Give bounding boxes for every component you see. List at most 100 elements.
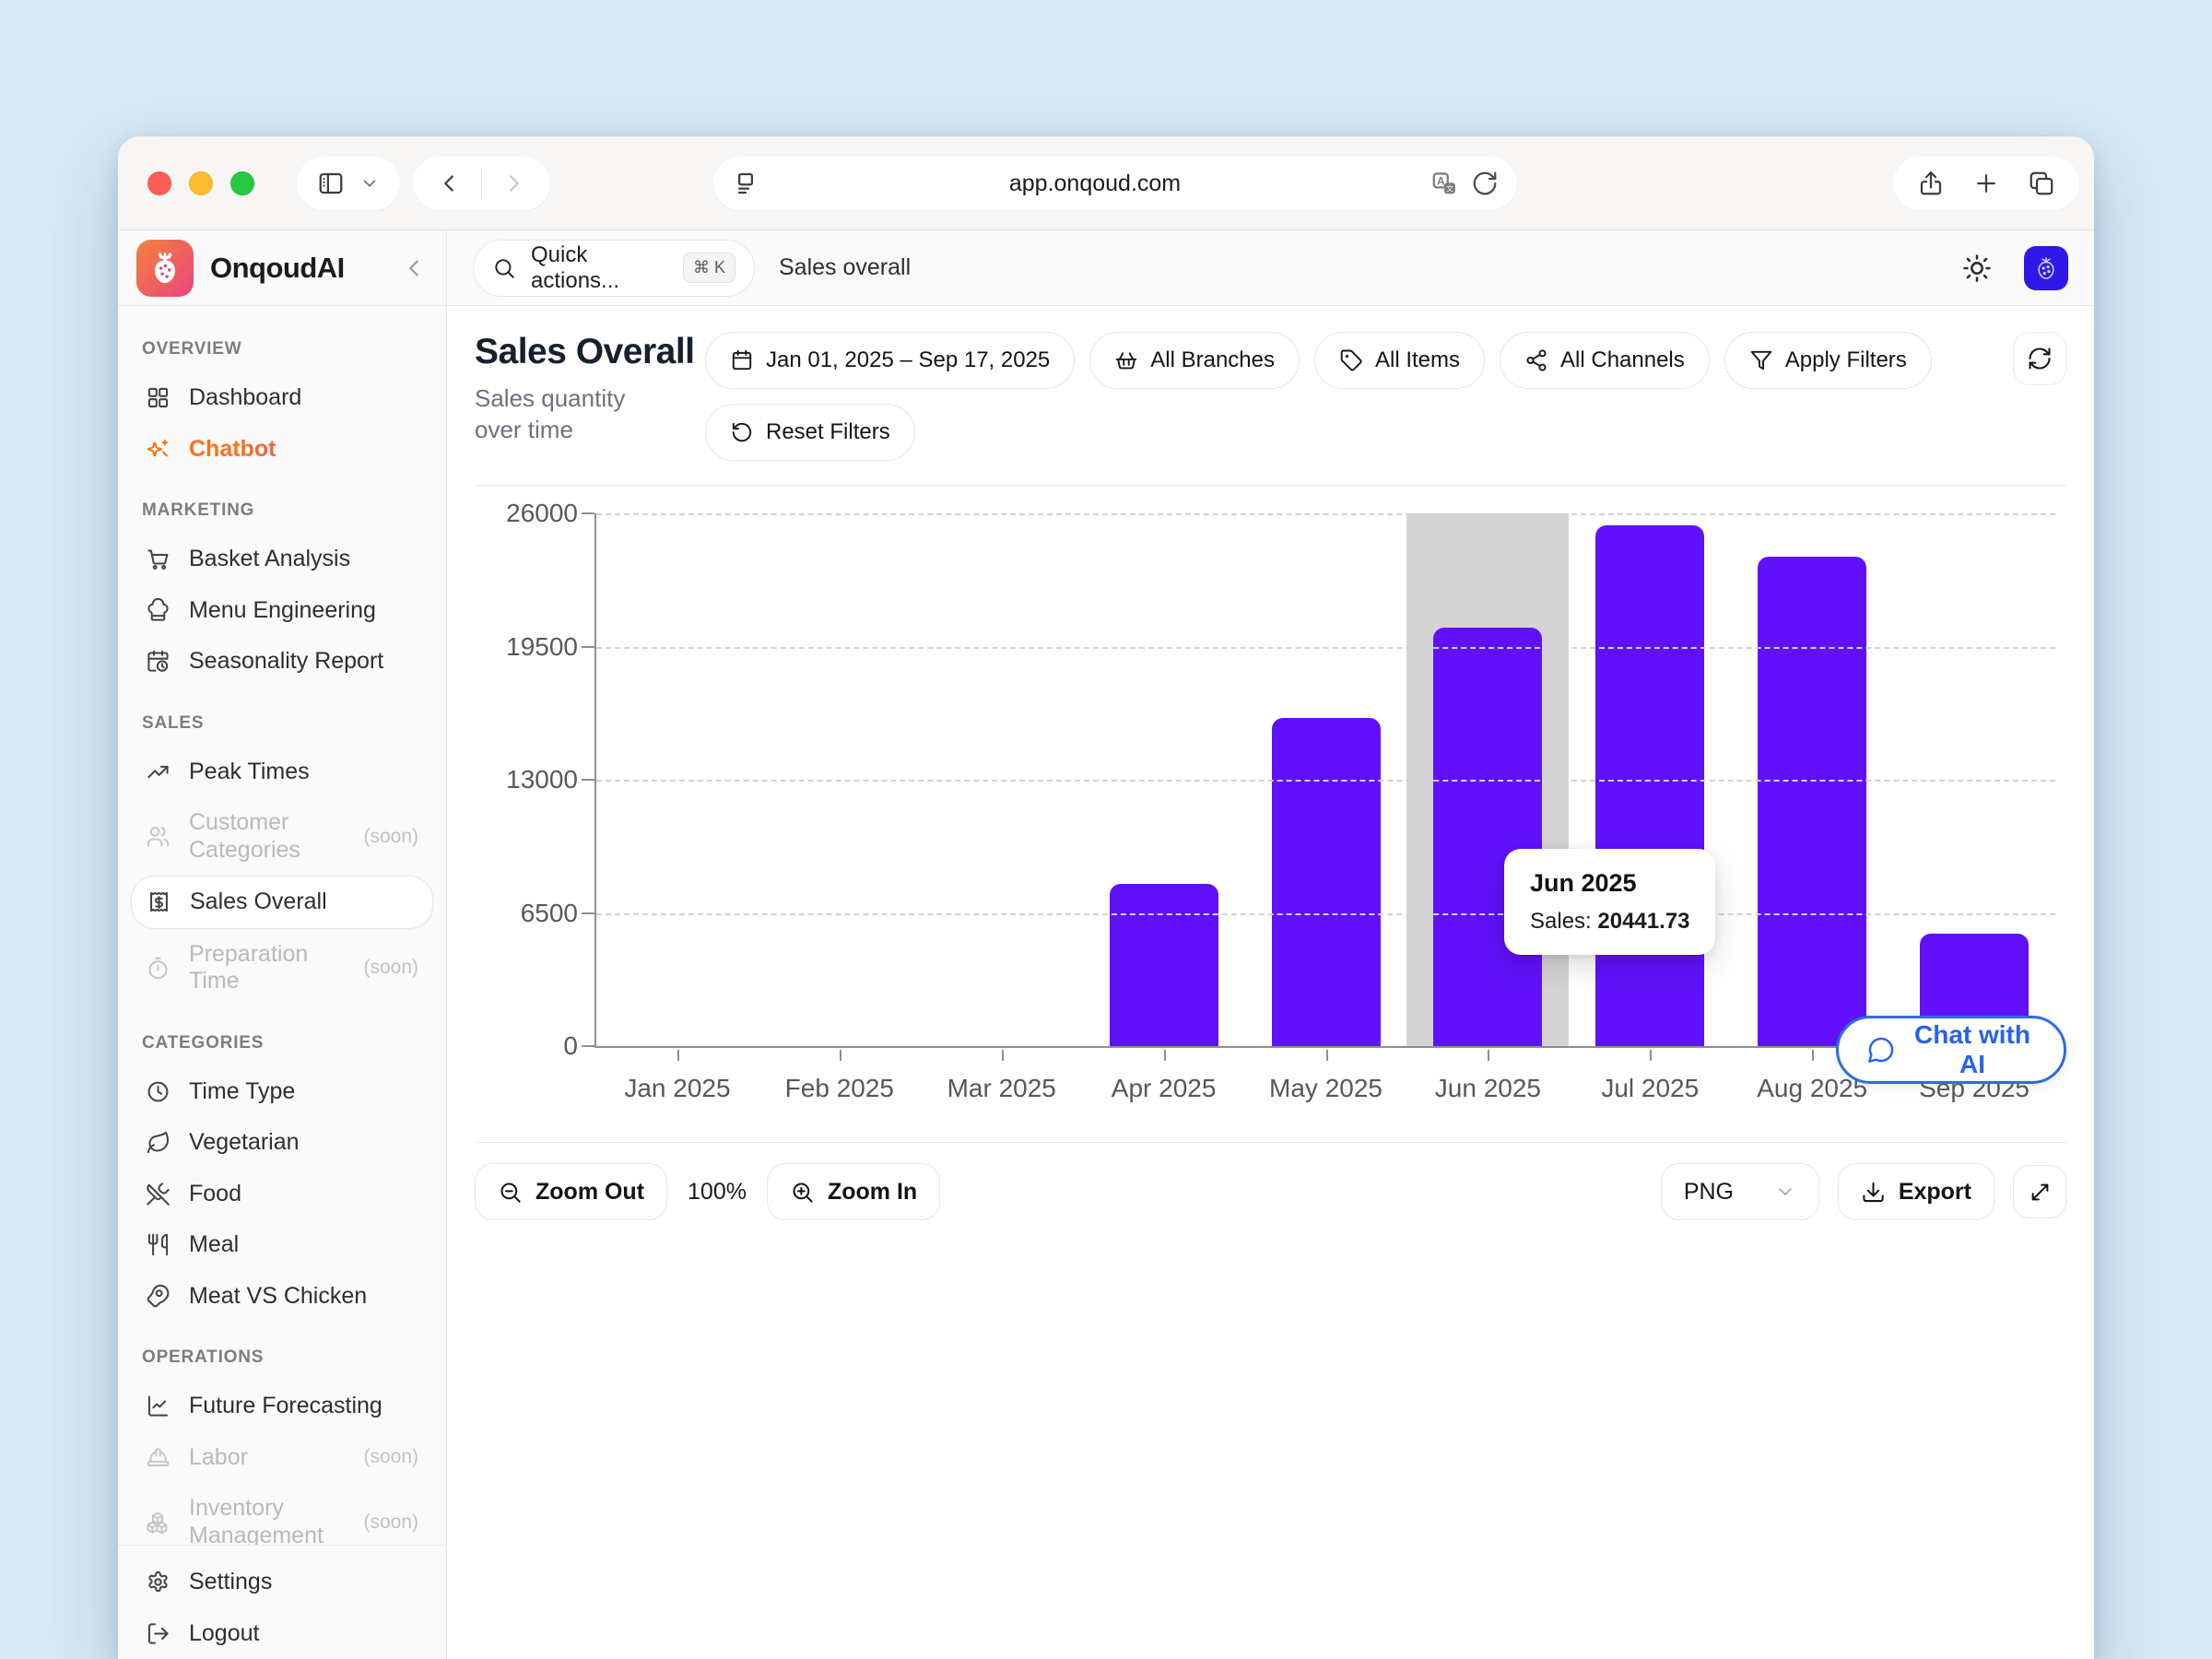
timer-icon [146, 956, 171, 981]
soon-badge: (soon) [363, 957, 418, 979]
chat-bubble-icon [1866, 1035, 1896, 1065]
tooltip-title: Jun 2025 [1530, 869, 1689, 898]
y-axis-tick [582, 646, 594, 648]
app-logo[interactable] [136, 240, 194, 297]
chart-line-icon [146, 1394, 171, 1418]
tag-icon [1339, 348, 1363, 372]
items-label: All Items [1375, 347, 1460, 373]
channels-label: All Channels [1560, 347, 1685, 373]
chart-area: Jan 2025Feb 2025Mar 2025Apr 2025May 2025… [475, 486, 2066, 1122]
sidebar-item-dashboard[interactable]: Dashboard [131, 372, 433, 424]
browser-chrome: app.onqoud.com A文 [118, 136, 2094, 230]
y-axis-tick-label: 13000 [475, 765, 578, 794]
minimize-window-button[interactable] [189, 171, 213, 195]
refresh-button[interactable] [2013, 332, 2066, 385]
tabs-overview-icon[interactable] [2028, 170, 2055, 197]
x-axis-tick [1164, 1050, 1166, 1061]
share-icon[interactable] [1917, 170, 1945, 197]
close-window-button[interactable] [147, 171, 171, 195]
forward-button[interactable] [500, 170, 528, 197]
user-avatar[interactable] [2024, 246, 2068, 290]
tooltip-value: 20441.73 [1597, 909, 1689, 934]
sidebar-item-label: Vegetarian [189, 1129, 418, 1157]
y-axis-tick-label: 0 [475, 1031, 578, 1061]
sidebar-item-basket-analysis[interactable]: Basket Analysis [131, 534, 433, 585]
sidebar-item-time-type[interactable]: Time Type [131, 1066, 433, 1118]
items-filter-button[interactable]: All Items [1314, 332, 1485, 389]
content: Quick actions... ⌘ K Sales overall [447, 230, 2094, 1659]
theme-toggle-sun-icon[interactable] [1961, 253, 1993, 284]
reader-icon[interactable] [732, 170, 759, 197]
sidebar-item-meal[interactable]: Meal [131, 1219, 433, 1271]
reload-icon[interactable] [1471, 170, 1499, 197]
sidebar-item-label: Inventory Management [189, 1495, 345, 1545]
sidebar-item-sales-overall[interactable]: Sales Overall [131, 876, 433, 929]
quick-actions-search[interactable]: Quick actions... ⌘ K [473, 240, 755, 297]
sidebar-item-customer-categories: Customer Categories (soon) [131, 797, 433, 876]
chevron-down-icon[interactable] [359, 173, 380, 194]
app-name: OnqoudAI [210, 252, 383, 285]
calendar-icon [730, 348, 754, 372]
chart-bar[interactable] [1433, 628, 1542, 1046]
sidebar-item-menu-engineering[interactable]: Menu Engineering [131, 585, 433, 637]
back-button[interactable] [435, 170, 463, 197]
sidebar-item-label: Time Type [189, 1078, 418, 1106]
search-icon [492, 256, 516, 280]
sidebar-item-label: Customer Categories [189, 809, 345, 864]
chart-tooltip: Jun 2025 Sales: 20441.73 [1504, 849, 1715, 955]
sidebar-item-chatbot[interactable]: Chatbot [131, 424, 433, 476]
tooltip-series-label: Sales: [1530, 909, 1592, 934]
apply-filters-label: Apply Filters [1785, 347, 1907, 373]
date-range-button[interactable]: Jan 01, 2025 – Sep 17, 2025 [705, 332, 1075, 389]
apply-filters-button[interactable]: Apply Filters [1724, 332, 1932, 389]
branches-filter-button[interactable]: All Branches [1089, 332, 1300, 389]
panel-left-icon[interactable] [317, 170, 345, 197]
sidebar-collapse-icon[interactable] [400, 254, 428, 282]
channels-filter-button[interactable]: All Channels [1500, 332, 1710, 389]
chart-bar[interactable] [1110, 884, 1218, 1046]
zoom-window-button[interactable] [230, 171, 254, 195]
gridline [596, 913, 2055, 915]
x-axis-tick-label: Feb 2025 [785, 1074, 894, 1103]
app-root: OnqoudAI OVERVIEWDashboardChatbotMARKETI… [118, 230, 2094, 1659]
reset-filters-button[interactable]: Reset Filters [705, 404, 915, 461]
sidebar-item-label: Food [189, 1181, 418, 1208]
sidebar-item-seasonality-report[interactable]: Seasonality Report [131, 636, 433, 688]
sidebar: OnqoudAI OVERVIEWDashboardChatbotMARKETI… [118, 230, 447, 1659]
chat-with-ai-button[interactable]: Chat with AI [1836, 1016, 2066, 1084]
sidebar-item-vegetarian[interactable]: Vegetarian [131, 1117, 433, 1169]
zoom-in-icon [790, 1180, 815, 1205]
download-icon [1861, 1180, 1886, 1205]
x-axis-tick-label: Apr 2025 [1112, 1074, 1217, 1103]
sidebar-item-logout[interactable]: Logout [131, 1608, 433, 1659]
browser-window: app.onqoud.com A文 [118, 136, 2094, 1659]
export-label: Export [1899, 1179, 1971, 1206]
sidebar-item-label: Logout [189, 1620, 418, 1648]
export-format-select[interactable]: PNG [1661, 1163, 1819, 1220]
sidebar-item-label: Peak Times [189, 759, 418, 786]
sidebar-item-label: Settings [189, 1569, 418, 1596]
sidebar-item-peak-times[interactable]: Peak Times [131, 747, 433, 798]
translate-icon[interactable]: A文 [1430, 170, 1458, 197]
x-axis-tick-label: Jan 2025 [624, 1074, 730, 1103]
new-tab-icon[interactable] [1972, 170, 2000, 197]
chart-bar[interactable] [1758, 557, 1866, 1046]
sidebar-item-future-forecasting[interactable]: Future Forecasting [131, 1381, 433, 1432]
url-text: app.onqoud.com [759, 171, 1430, 197]
fullscreen-button[interactable] [2013, 1165, 2066, 1218]
sidebar-item-food[interactable]: Food [131, 1169, 433, 1220]
soon-badge: (soon) [363, 1512, 418, 1534]
url-bar[interactable]: app.onqoud.com A文 [713, 157, 1517, 210]
soon-badge: (soon) [363, 826, 418, 848]
x-axis-tick [677, 1050, 679, 1061]
chart-bar[interactable] [1595, 525, 1704, 1046]
sidebar-item-preparation-time: Preparation Time(soon) [131, 929, 433, 1007]
export-button[interactable]: Export [1838, 1163, 1994, 1220]
zoom-in-button[interactable]: Zoom In [767, 1163, 940, 1220]
sidebar-item-settings[interactable]: Settings [131, 1557, 433, 1608]
sidebar-item-meat-vs-chicken[interactable]: Meat VS Chicken [131, 1271, 433, 1323]
zoom-in-label: Zoom In [828, 1179, 917, 1206]
gridline [596, 513, 2055, 515]
chart-bar[interactable] [1272, 718, 1381, 1046]
zoom-out-button[interactable]: Zoom Out [475, 1163, 667, 1220]
